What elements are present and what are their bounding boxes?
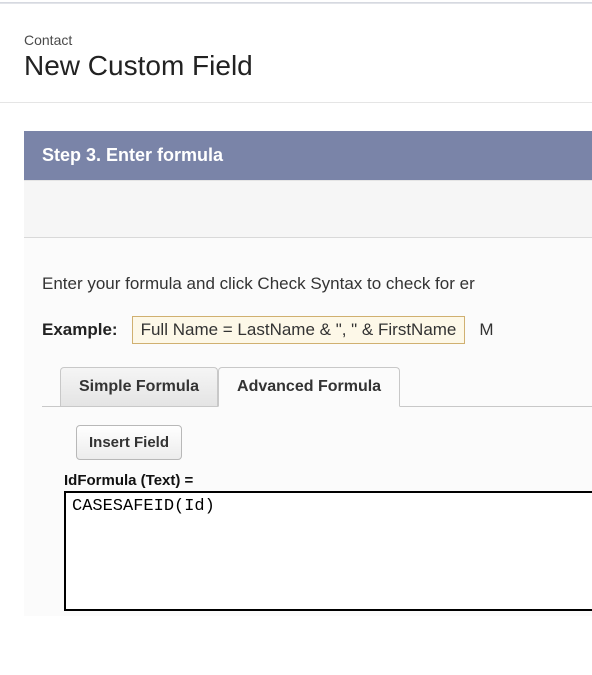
example-label: Example: xyxy=(42,320,118,340)
header-divider xyxy=(0,102,592,103)
formula-label: IdFormula (Text) = xyxy=(64,472,592,489)
formula-tabs: Simple Formula Advanced Formula xyxy=(60,366,592,406)
example-box: Full Name = LastName & ", " & FirstName xyxy=(132,316,466,344)
example-row: Example: Full Name = LastName & ", " & F… xyxy=(42,316,592,344)
formula-editor[interactable] xyxy=(64,491,592,611)
more-examples-link[interactable]: M xyxy=(479,320,493,340)
tab-advanced-formula[interactable]: Advanced Formula xyxy=(218,367,400,407)
wizard-body: Enter your formula and click Check Synta… xyxy=(24,180,592,616)
wizard-step-header: Step 3. Enter formula xyxy=(24,131,592,180)
tab-simple-formula[interactable]: Simple Formula xyxy=(60,367,218,406)
insert-field-button[interactable]: Insert Field xyxy=(76,425,182,460)
breadcrumb: Contact xyxy=(24,32,592,48)
page-title: New Custom Field xyxy=(24,50,592,82)
wizard-panel: Step 3. Enter formula Enter your formula… xyxy=(24,131,592,616)
instruction-text: Enter your formula and click Check Synta… xyxy=(42,274,592,294)
page-header: Contact New Custom Field xyxy=(0,4,592,102)
wizard-body-section: Enter your formula and click Check Synta… xyxy=(24,237,592,616)
